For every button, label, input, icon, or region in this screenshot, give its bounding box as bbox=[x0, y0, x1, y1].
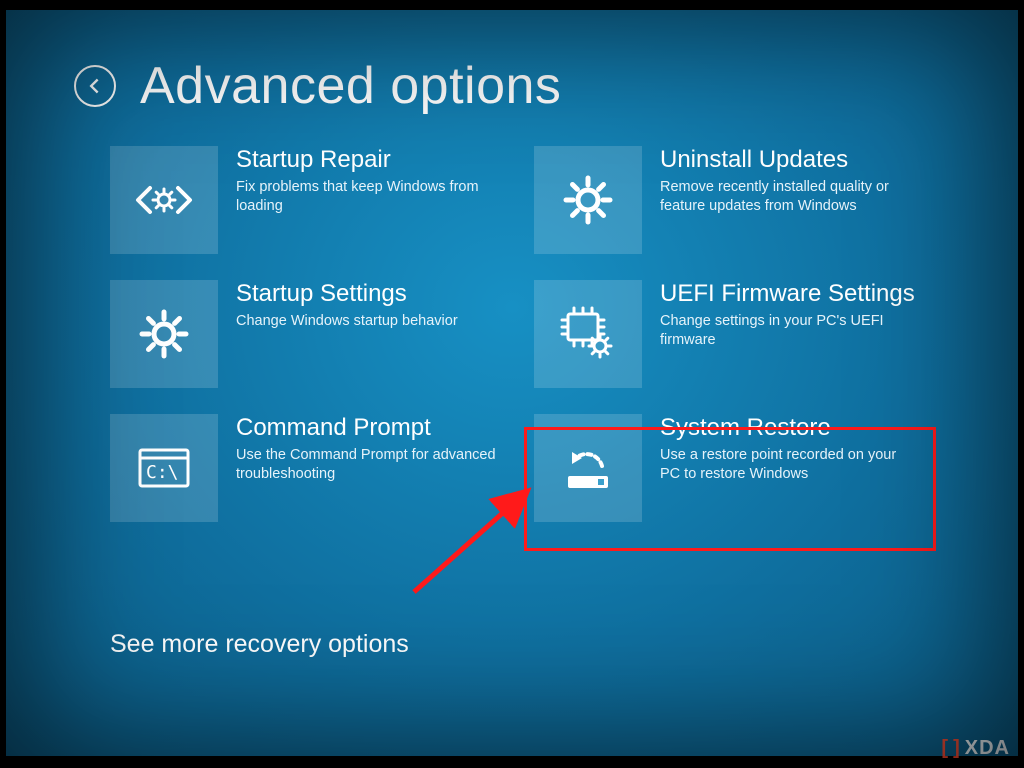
header: Advanced options bbox=[6, 10, 1018, 116]
tile-desc: Use a restore point recorded on your PC … bbox=[660, 446, 920, 485]
tile-desc: Remove recently installed quality or fea… bbox=[660, 178, 920, 217]
tile-title: Command Prompt bbox=[236, 414, 496, 442]
tile-title: UEFI Firmware Settings bbox=[660, 280, 920, 308]
tile-title: Uninstall Updates bbox=[660, 146, 920, 174]
tile-startup-settings[interactable]: Startup Settings Change Windows startup … bbox=[110, 280, 510, 388]
tile-startup-repair[interactable]: Startup Repair Fix problems that keep Wi… bbox=[110, 146, 510, 254]
restore-icon bbox=[534, 414, 642, 522]
tile-desc: Change Windows startup behavior bbox=[236, 312, 458, 332]
tile-title: Startup Settings bbox=[236, 280, 458, 308]
options-grid: Startup Repair Fix problems that keep Wi… bbox=[6, 116, 1018, 522]
see-more-recovery-options[interactable]: See more recovery options bbox=[110, 630, 409, 659]
code-gear-icon bbox=[110, 146, 218, 254]
arrow-left-icon bbox=[84, 75, 106, 97]
bracket-icon: ] bbox=[953, 737, 961, 760]
tile-uefi-firmware[interactable]: UEFI Firmware Settings Change settings i… bbox=[534, 280, 934, 388]
tile-title: System Restore bbox=[660, 414, 920, 442]
chip-gear-icon bbox=[534, 280, 642, 388]
tile-uninstall-updates[interactable]: Uninstall Updates Remove recently instal… bbox=[534, 146, 934, 254]
page-title: Advanced options bbox=[140, 56, 561, 116]
tile-title: Startup Repair bbox=[236, 146, 496, 174]
tile-command-prompt[interactable]: C:\ Command Prompt Use the Command Promp… bbox=[110, 414, 510, 522]
watermark-text: XDA bbox=[965, 737, 1010, 760]
back-button[interactable] bbox=[74, 65, 116, 107]
bracket-icon: [ bbox=[941, 737, 949, 760]
gear-icon bbox=[534, 146, 642, 254]
svg-text:C:\: C:\ bbox=[146, 462, 179, 483]
recovery-screen: Advanced options bbox=[6, 10, 1018, 756]
tile-system-restore[interactable]: System Restore Use a restore point recor… bbox=[534, 414, 934, 522]
gear-icon bbox=[110, 280, 218, 388]
tile-desc: Change settings in your PC's UEFI firmwa… bbox=[660, 312, 920, 351]
terminal-icon: C:\ bbox=[110, 414, 218, 522]
xda-watermark: [ ] XDA bbox=[941, 737, 1010, 760]
tile-desc: Fix problems that keep Windows from load… bbox=[236, 178, 496, 217]
tile-desc: Use the Command Prompt for advanced trou… bbox=[236, 446, 496, 485]
